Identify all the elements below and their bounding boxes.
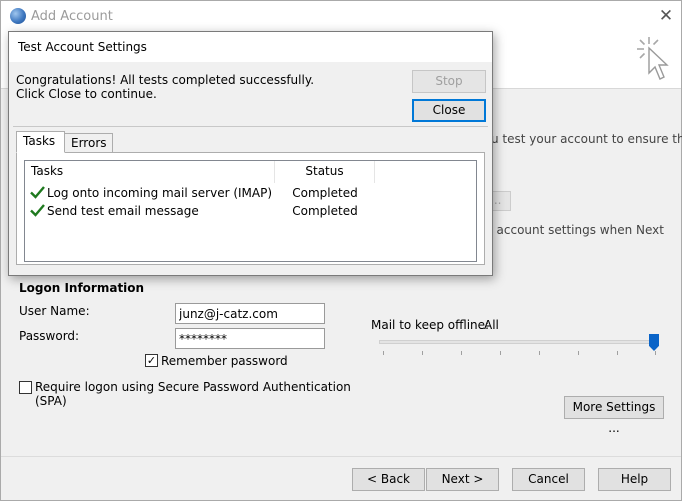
- offline-label: Mail to keep offline:: [371, 318, 490, 332]
- task-row: Log onto incoming mail server (IMAP) Com…: [25, 184, 476, 202]
- column-header-status[interactable]: Status: [275, 161, 375, 183]
- slider-tick: [617, 351, 618, 355]
- task-row: Send test email message Completed: [25, 202, 476, 220]
- test-account-settings-dialog: Test Account Settings Congratulations! A…: [8, 31, 493, 276]
- slider-tick: [422, 351, 423, 355]
- task-status: Completed: [292, 186, 358, 200]
- password-input[interactable]: [175, 328, 325, 349]
- dialog-separator: [13, 126, 488, 127]
- window-title: Add Account: [31, 9, 113, 24]
- slider-tick: [383, 351, 384, 355]
- tasks-list: Tasks Status Log onto incoming mail serv…: [24, 160, 477, 262]
- offline-value: All: [484, 318, 499, 332]
- window-close-icon[interactable]: ✕: [658, 7, 674, 25]
- back-button[interactable]: < Back: [352, 468, 425, 491]
- column-header-tasks[interactable]: Tasks: [25, 161, 275, 183]
- dialog-message: Congratulations! All tests completed suc…: [16, 73, 315, 101]
- dialog-titlebar: Test Account Settings: [9, 32, 492, 62]
- user-name-input[interactable]: [175, 303, 325, 324]
- help-button[interactable]: Help: [598, 468, 671, 491]
- remember-password-label: Remember password: [161, 354, 288, 368]
- next-button[interactable]: Next >: [426, 468, 499, 491]
- tasks-tab-panel: Tasks Status Log onto incoming mail serv…: [16, 152, 485, 265]
- check-icon: [30, 204, 45, 217]
- offline-slider-thumb[interactable]: [649, 334, 659, 351]
- stop-button[interactable]: Stop: [412, 70, 486, 93]
- dialog-title: Test Account Settings: [18, 40, 147, 54]
- cancel-button[interactable]: Cancel: [512, 468, 585, 491]
- task-status: Completed: [292, 204, 358, 218]
- slider-tick: [539, 351, 540, 355]
- task-name: Send test email message: [47, 204, 199, 218]
- slider-tick: [578, 351, 579, 355]
- spa-checkbox[interactable]: [19, 381, 32, 394]
- tab-errors[interactable]: Errors: [64, 133, 113, 154]
- slider-tick: [500, 351, 501, 355]
- tab-tasks[interactable]: Tasks: [16, 131, 65, 153]
- more-settings-button[interactable]: More Settings ...: [564, 396, 664, 435]
- spa-label-line2: (SPA): [35, 394, 67, 408]
- slider-tick: [655, 351, 656, 355]
- bg-auto-test-text: t account settings when Next: [488, 223, 664, 237]
- spa-label-line1: Require logon using Secure Password Auth…: [35, 380, 351, 394]
- window-titlebar: Add Account ✕: [1, 1, 681, 32]
- remember-password-checkbox[interactable]: ✓: [145, 354, 158, 367]
- offline-slider-track[interactable]: [379, 340, 657, 344]
- bg-description-text: u test your account to ensure that: [491, 132, 682, 146]
- user-name-label: User Name:: [19, 304, 90, 318]
- logon-section-title: Logon Information: [19, 281, 145, 295]
- close-button[interactable]: Close: [412, 99, 486, 122]
- task-name: Log onto incoming mail server (IMAP): [47, 186, 273, 200]
- check-icon: [30, 186, 45, 199]
- slider-tick: [461, 351, 462, 355]
- footer-divider: [1, 456, 681, 457]
- password-label: Password:: [19, 329, 80, 343]
- outlook-globe-icon: [10, 8, 26, 24]
- wizard-cursor-icon: [637, 37, 669, 80]
